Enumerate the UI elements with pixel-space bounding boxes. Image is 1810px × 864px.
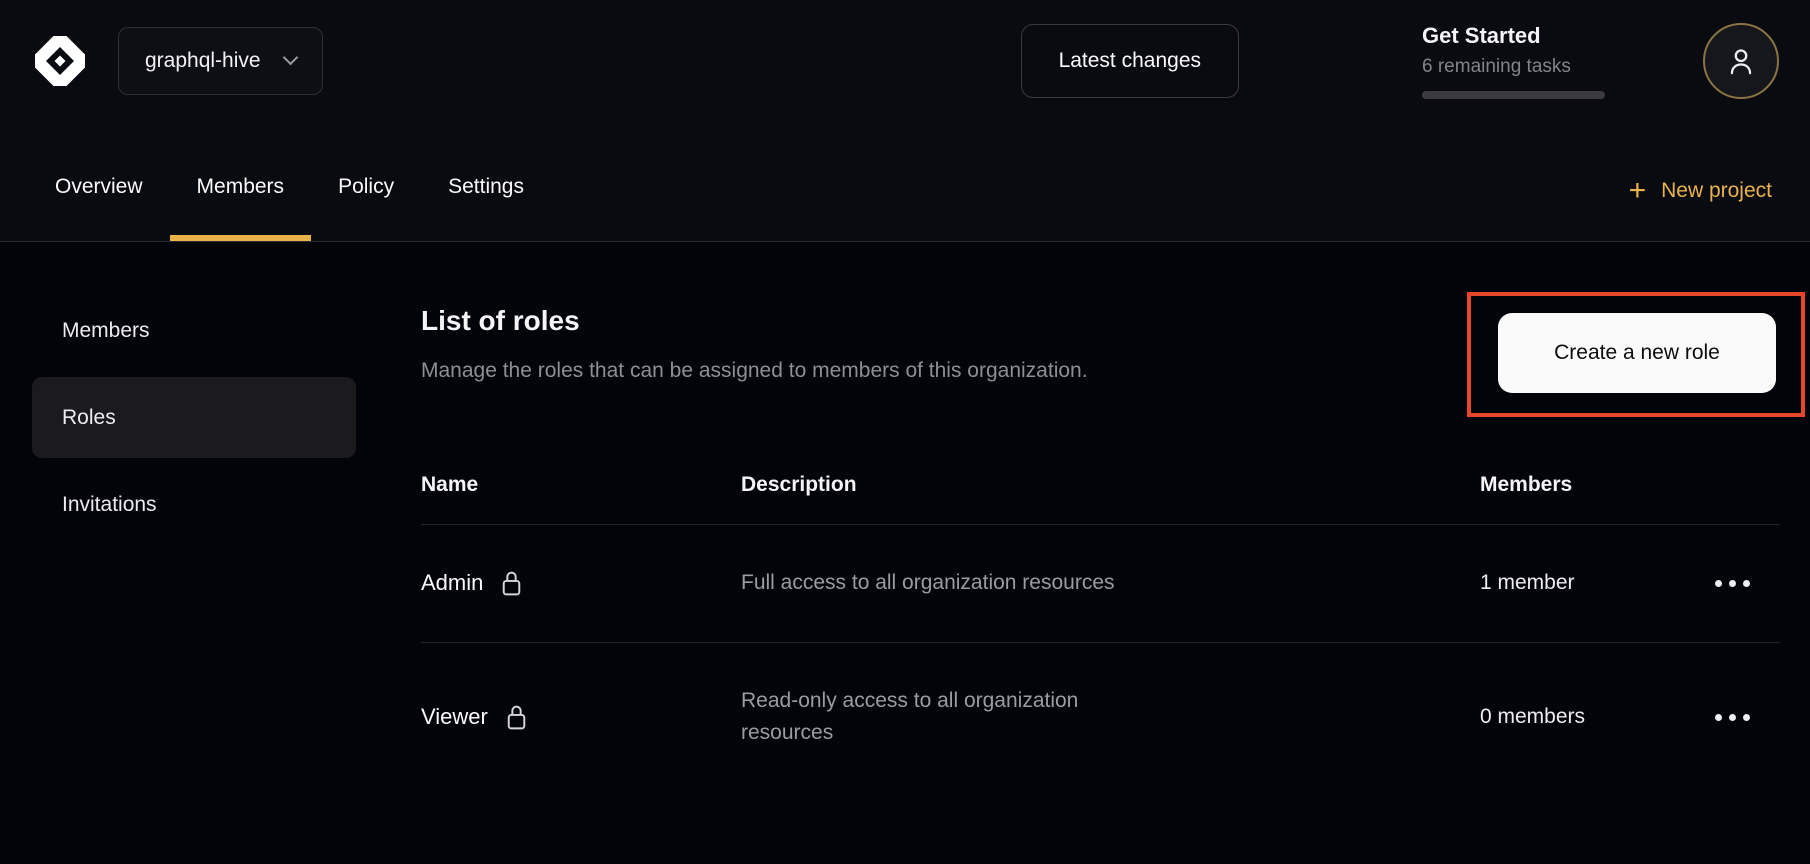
role-members-cell: 1 member [1480, 571, 1685, 595]
sidebar-item-invitations[interactable]: Invitations [32, 464, 356, 545]
org-tab-bar: Overview Members Policy Settings + New p… [0, 121, 1810, 242]
column-header-description: Description [741, 473, 1480, 497]
hive-logo-icon[interactable] [32, 33, 88, 89]
app-root: graphql-hive Latest changes Get Started … [0, 0, 1810, 864]
role-description: Read-only access to all organization res… [741, 685, 1171, 750]
role-actions-cell [1685, 572, 1780, 595]
role-description-cell: Full access to all organization resource… [741, 567, 1480, 600]
tab-settings[interactable]: Settings [421, 175, 551, 241]
new-project-button[interactable]: + New project [1611, 179, 1790, 241]
annotation-highlight: Create a new role [1467, 292, 1805, 417]
role-name: Admin [421, 570, 483, 596]
tab-overview[interactable]: Overview [28, 175, 170, 241]
get-started-subtitle: 6 remaining tasks [1422, 56, 1606, 78]
roles-header: List of roles Manage the roles that can … [421, 305, 1780, 417]
table-row-admin: Admin Full access to all organization re… [421, 525, 1780, 643]
ellipsis-icon [1715, 714, 1722, 721]
ellipsis-icon [1715, 580, 1722, 587]
sidebar-item-roles[interactable]: Roles [32, 377, 356, 458]
roles-panel: List of roles Manage the roles that can … [421, 269, 1780, 792]
roles-table-header: Name Description Members [421, 455, 1780, 525]
chevron-down-icon [282, 49, 298, 65]
page-title: List of roles [421, 305, 1088, 337]
latest-changes-button[interactable]: Latest changes [1021, 24, 1239, 98]
role-description-cell: Read-only access to all organization res… [741, 685, 1480, 750]
plus-icon: + [1629, 181, 1647, 201]
roles-table: Name Description Members Admin [421, 455, 1780, 792]
tab-policy[interactable]: Policy [311, 175, 421, 241]
role-members-cell: 0 members [1480, 705, 1685, 729]
top-bar: graphql-hive Latest changes Get Started … [0, 0, 1810, 121]
roles-header-text: List of roles Manage the roles that can … [421, 305, 1088, 383]
role-name: Viewer [421, 704, 488, 730]
org-selector-button[interactable]: graphql-hive [118, 27, 323, 95]
new-project-label: New project [1661, 179, 1772, 203]
lock-icon [499, 569, 524, 597]
org-name: graphql-hive [145, 49, 261, 73]
role-actions-cell [1685, 706, 1780, 729]
sidebar-item-members[interactable]: Members [32, 290, 356, 371]
get-started-widget[interactable]: Get Started 6 remaining tasks [1422, 23, 1606, 99]
column-header-members: Members [1480, 473, 1685, 497]
create-role-button[interactable]: Create a new role [1498, 313, 1776, 393]
tab-members[interactable]: Members [170, 175, 312, 241]
role-name-cell: Viewer [421, 703, 741, 731]
get-started-title: Get Started [1422, 23, 1606, 49]
user-avatar-button[interactable] [1703, 23, 1779, 99]
lock-icon [504, 703, 529, 731]
content-area: Members Roles Invitations List of roles … [0, 242, 1810, 864]
get-started-progress-bar [1422, 91, 1605, 99]
row-menu-button[interactable] [1707, 706, 1758, 729]
role-description: Full access to all organization resource… [741, 567, 1171, 600]
page-subtitle: Manage the roles that can be assigned to… [421, 359, 1088, 383]
table-row-viewer: Viewer Read-only access to all organizat… [421, 643, 1780, 792]
role-name-cell: Admin [421, 569, 741, 597]
user-icon [1724, 44, 1758, 78]
row-menu-button[interactable] [1707, 572, 1758, 595]
column-header-name: Name [421, 473, 741, 497]
members-sidebar: Members Roles Invitations [32, 269, 356, 551]
